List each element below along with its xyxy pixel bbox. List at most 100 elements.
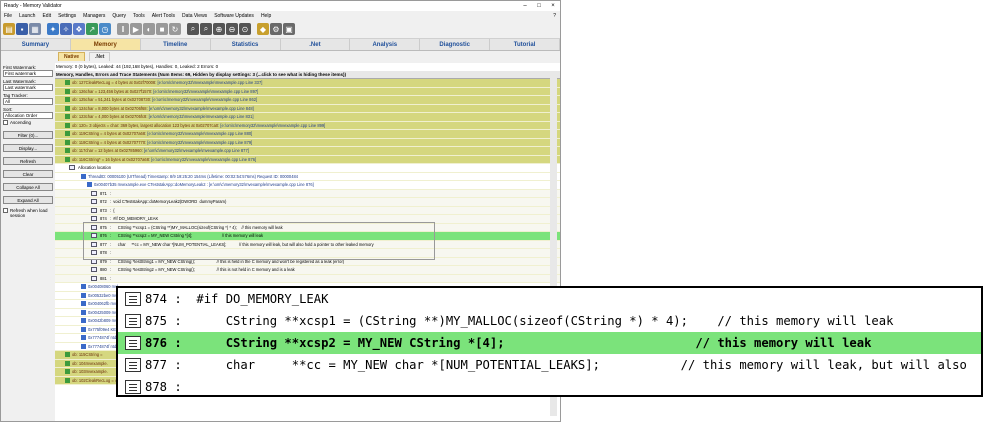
row-id[interactable]: ob: 102 bbox=[72, 378, 86, 383]
tag-icon[interactable]: ◆ bbox=[257, 23, 269, 35]
list-header[interactable]: Memory, Handles, Errors and Trace Statem… bbox=[55, 71, 560, 79]
inject-icon[interactable]: ✧ bbox=[60, 23, 72, 35]
table-row[interactable]: ob: 118 CString = 4 bytes at 0x02707770 … bbox=[55, 138, 560, 147]
menu-alert-tools[interactable]: Alert Tools bbox=[152, 13, 175, 19]
row-id[interactable]: ob: 116 bbox=[72, 157, 85, 162]
options-icon[interactable]: ⚙ bbox=[270, 23, 282, 35]
row-id[interactable]: ob: 104 bbox=[72, 361, 86, 366]
refresh-icon[interactable]: ↻ bbox=[169, 23, 181, 35]
expand-arrow-icon[interactable] bbox=[59, 89, 63, 94]
display-button[interactable]: Display... bbox=[3, 144, 53, 152]
table-row[interactable]: ob: 120 = 3 objects = char: 369 bytes, l… bbox=[55, 121, 560, 130]
row-id[interactable]: ob: 125 bbox=[72, 97, 86, 102]
expand-arrow-icon[interactable] bbox=[59, 378, 63, 383]
table-row[interactable]: ob: 125 char = 51,241 bytes at 0x0270873… bbox=[55, 96, 560, 105]
watermark-icon[interactable]: ◐ bbox=[143, 23, 155, 35]
expand-arrow-icon[interactable] bbox=[59, 131, 63, 136]
table-row[interactable]: ob: 126 char = 123,456 bytes at 0x027f15… bbox=[55, 87, 560, 96]
last-watermark-select[interactable]: Last watermark bbox=[3, 84, 53, 91]
tab-tutorial[interactable]: Tutorial bbox=[490, 39, 560, 50]
tab-dotnet[interactable]: .Net bbox=[281, 39, 351, 50]
tab-native[interactable]: Native bbox=[58, 52, 86, 61]
maximize-icon[interactable]: □ bbox=[532, 3, 546, 9]
tab-net[interactable]: .Net bbox=[89, 52, 111, 61]
session-icon[interactable]: ▦ bbox=[29, 23, 41, 35]
expand-arrow-icon[interactable] bbox=[59, 369, 63, 374]
refresh-button[interactable]: Refresh bbox=[3, 157, 53, 165]
first-watermark-select[interactable]: First watermark bbox=[3, 70, 53, 77]
zoom-in-icon[interactable]: ⊕ bbox=[213, 23, 225, 35]
find-icon[interactable]: ⌕ bbox=[200, 23, 212, 35]
expand-all-button[interactable]: Expand All bbox=[3, 196, 53, 204]
source-line[interactable]: 873: { bbox=[55, 206, 560, 215]
table-row[interactable]: ob: 124 char = 8,000 bytes at 0x02706f68… bbox=[55, 104, 560, 113]
expand-arrow-icon[interactable] bbox=[59, 157, 63, 162]
checkbox-box[interactable] bbox=[3, 120, 8, 125]
menu-launch[interactable]: Launch bbox=[19, 13, 35, 19]
source-line[interactable]: 880: CString *testString2 = MY_NEW CStri… bbox=[55, 266, 560, 275]
source-line[interactable]: 871: bbox=[55, 189, 560, 198]
save-icon[interactable]: ▪ bbox=[16, 23, 28, 35]
clear-button[interactable]: Clear bbox=[3, 170, 53, 178]
expand-arrow-icon[interactable] bbox=[59, 140, 63, 145]
row-id[interactable]: ob: 126 bbox=[72, 89, 86, 94]
expand-arrow-icon[interactable] bbox=[59, 114, 63, 119]
tab-statistics[interactable]: Statistics bbox=[211, 39, 281, 50]
menu-query[interactable]: Query bbox=[112, 13, 126, 19]
expand-arrow-icon[interactable] bbox=[59, 80, 63, 85]
menu-managers[interactable]: Managers bbox=[83, 13, 105, 19]
monitor-icon[interactable]: ↗ bbox=[86, 23, 98, 35]
function-node[interactable]: 0x00407b35 mvexample.exe CTeststakApp::d… bbox=[55, 181, 560, 190]
ascending-checkbox[interactable]: Ascending bbox=[3, 119, 53, 126]
zoom-out-icon[interactable]: ⊖ bbox=[226, 23, 238, 35]
stop-icon[interactable]: ■ bbox=[156, 23, 168, 35]
table-row[interactable]: ob: 123 char = 4,000 bytes at 0x02705fc8… bbox=[55, 113, 560, 122]
tab-summary[interactable]: Summary bbox=[1, 39, 71, 50]
row-id[interactable]: ob: 103 bbox=[72, 369, 86, 374]
wait-icon[interactable]: ❖ bbox=[73, 23, 85, 35]
row-id[interactable]: ob: 120 bbox=[72, 123, 86, 128]
checkbox-box[interactable] bbox=[3, 208, 8, 213]
row-id[interactable]: ob: 124 bbox=[72, 106, 86, 111]
expand-arrow-icon[interactable] bbox=[59, 352, 63, 357]
tab-memory[interactable]: Memory bbox=[70, 39, 141, 50]
close-icon[interactable]: × bbox=[546, 3, 560, 9]
menu-file[interactable]: File bbox=[4, 13, 12, 19]
expand-arrow-icon[interactable] bbox=[59, 361, 63, 366]
expand-arrow-icon[interactable] bbox=[59, 123, 63, 128]
menu-settings[interactable]: Settings bbox=[58, 13, 76, 19]
minimize-icon[interactable]: – bbox=[518, 3, 532, 9]
table-row[interactable]: ob: 119 CString = 4 bytes at 0x02707a68 … bbox=[55, 130, 560, 139]
allocation-location-node[interactable]: Allocation location bbox=[55, 164, 560, 173]
expand-arrow-icon[interactable] bbox=[59, 148, 63, 153]
refresh-on-load-checkbox[interactable]: Refresh when load session bbox=[3, 208, 53, 218]
open-icon[interactable]: ▤ bbox=[3, 23, 15, 35]
expand-arrow-icon[interactable] bbox=[59, 97, 63, 102]
table-row[interactable]: ob: 116 CString* = 16 bytes at 0x02707a6… bbox=[55, 155, 560, 164]
table-row[interactable]: ob: 127 CleakRecLog = 4 bytes at 0x02f70… bbox=[55, 79, 560, 88]
menu-edit[interactable]: Edit bbox=[42, 13, 51, 19]
tab-analysis[interactable]: Analysis bbox=[350, 39, 421, 50]
collapse-all-button[interactable]: Collapse All bbox=[3, 183, 53, 191]
menu-data-views[interactable]: Data Views bbox=[182, 13, 207, 19]
tag-tracker-select[interactable]: All bbox=[3, 98, 53, 105]
table-row[interactable]: ob: 117 char = 12 bytes at 0x02785960 : … bbox=[55, 147, 560, 156]
menu-software-updates[interactable]: Software Updates bbox=[214, 13, 254, 19]
row-id[interactable]: ob: 115 bbox=[72, 352, 85, 357]
play-icon[interactable]: ▶ bbox=[130, 23, 142, 35]
source-line[interactable]: 872: void CTeststakApp::doMemoryLeak2(DW… bbox=[55, 198, 560, 207]
filter-button[interactable]: Filter (0)... bbox=[3, 131, 53, 139]
sort-select[interactable]: Allocation Order bbox=[3, 112, 53, 119]
row-id[interactable]: ob: 118 bbox=[72, 140, 85, 145]
menu-help[interactable]: Help bbox=[261, 13, 271, 19]
goto-icon[interactable]: ⊙ bbox=[239, 23, 251, 35]
tab-diagnostic[interactable]: Diagnostic bbox=[420, 39, 491, 50]
row-id[interactable]: ob: 119 bbox=[72, 131, 85, 136]
menu-tools[interactable]: Tools bbox=[133, 13, 145, 19]
row-id[interactable]: ob: 123 bbox=[72, 114, 86, 119]
pause-icon[interactable]: ‖ bbox=[117, 23, 129, 35]
launch-icon[interactable]: ✦ bbox=[47, 23, 59, 35]
clock-icon[interactable]: ◷ bbox=[99, 23, 111, 35]
row-id[interactable]: ob: 127 bbox=[72, 80, 86, 85]
search-icon[interactable]: ⌕ bbox=[187, 23, 199, 35]
